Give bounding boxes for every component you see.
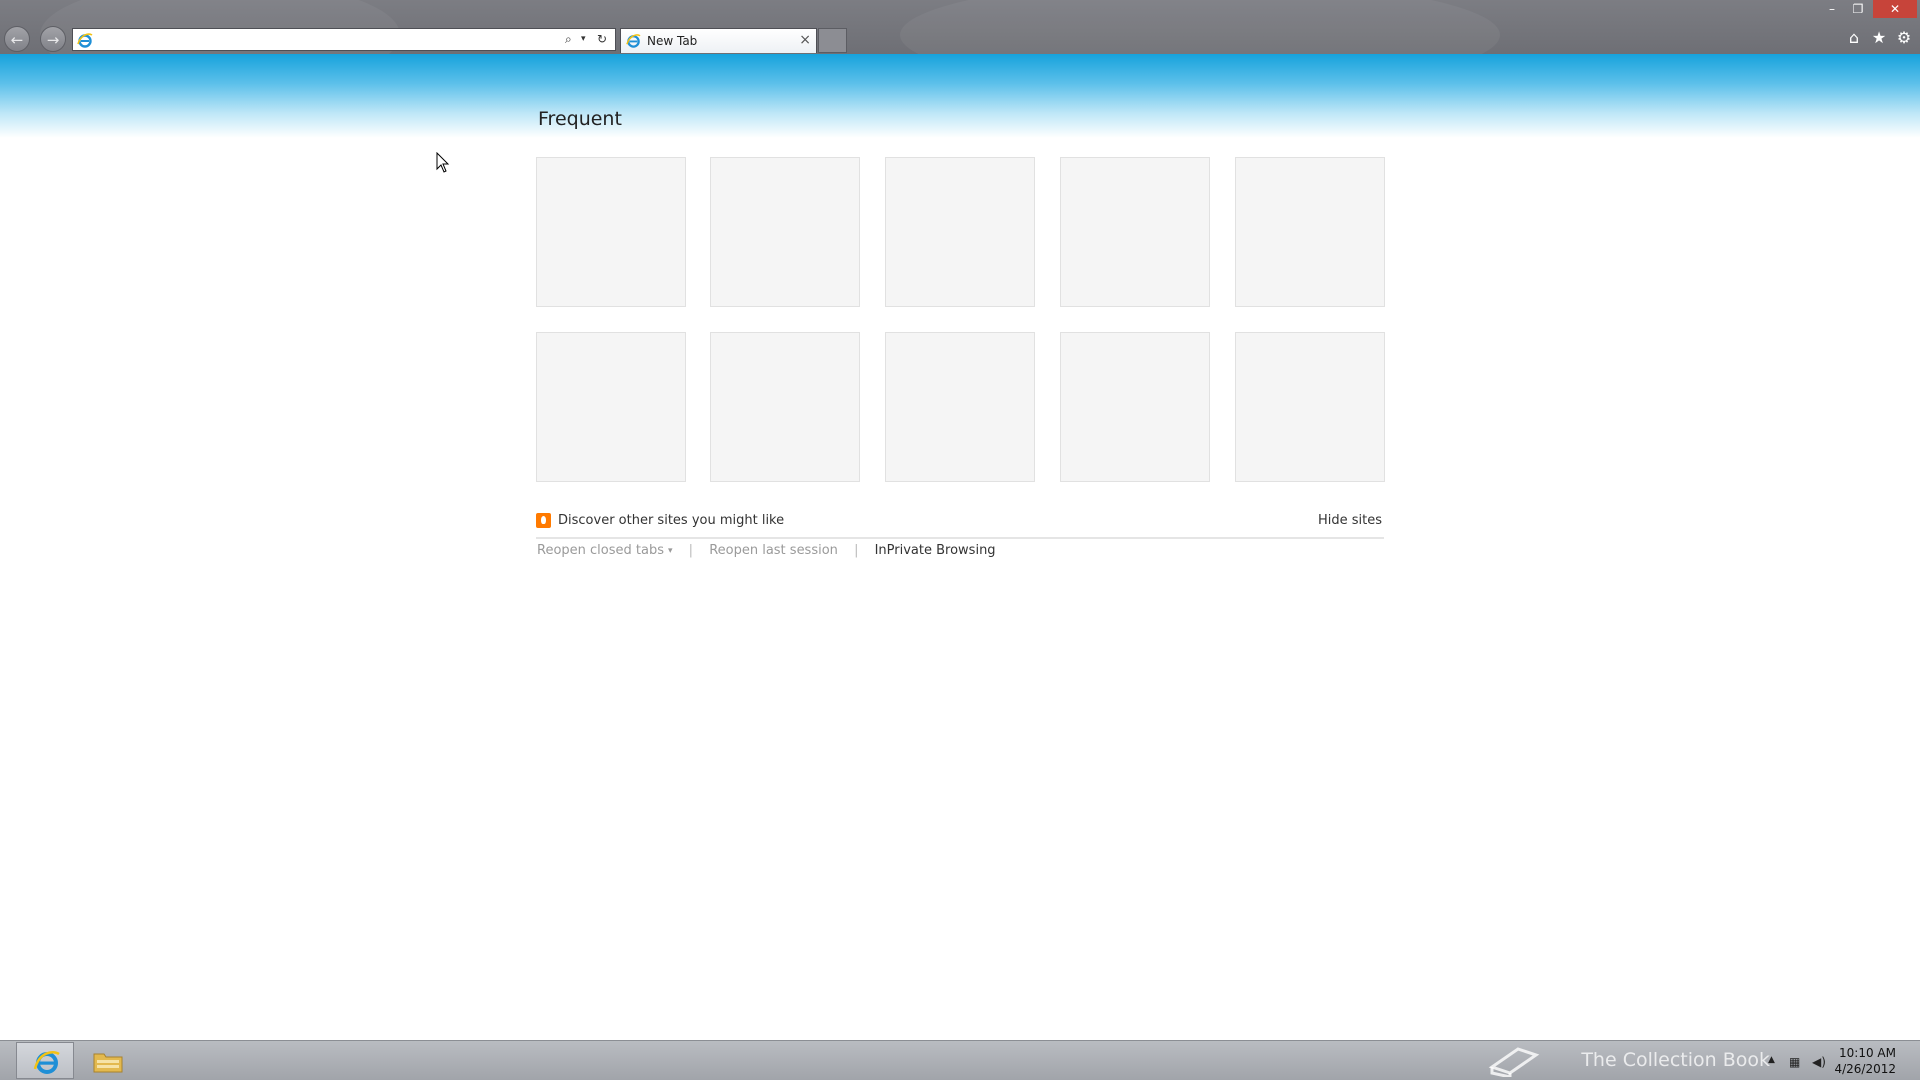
- restore-button[interactable]: ❐: [1845, 0, 1871, 18]
- session-links: Reopen closed tabs ▾ | Reopen last sessio…: [537, 543, 996, 558]
- hide-sites-link[interactable]: Hide sites: [1318, 513, 1382, 528]
- site-tile[interactable]: [1235, 157, 1385, 307]
- page-header-gradient: [0, 54, 1920, 138]
- ie-icon: [626, 34, 641, 48]
- clock-date: 4/26/2012: [1834, 1062, 1896, 1076]
- back-button[interactable]: ←: [4, 26, 30, 52]
- restore-icon: ❐: [1852, 2, 1864, 16]
- reopen-closed-tabs-label: Reopen closed tabs: [537, 543, 664, 558]
- tab-title: New Tab: [647, 34, 698, 48]
- new-tab-button[interactable]: [818, 28, 847, 53]
- taskbar-explorer-button[interactable]: [77, 1042, 135, 1079]
- reopen-closed-tabs-link[interactable]: Reopen closed tabs ▾: [537, 543, 673, 558]
- system-clock[interactable]: 10:10 AM 4/26/2012: [1834, 1045, 1896, 1077]
- volume-icon[interactable]: ◀): [1812, 1055, 1826, 1069]
- taskbar: The Collection Book ▲ ▦ ◀) 10:10 AM 4/26…: [0, 1040, 1920, 1080]
- link-separator: |: [854, 543, 859, 558]
- site-tile[interactable]: [885, 157, 1035, 307]
- discover-bar: Discover other sites you might like Hide…: [536, 513, 1384, 539]
- refresh-icon[interactable]: ↻: [597, 31, 607, 48]
- close-window-button[interactable]: ✕: [1873, 0, 1917, 18]
- address-bar[interactable]: ⌕ ▾ ↻: [72, 28, 616, 51]
- browser-chrome: ← → ⌕ ▾ ↻ New Tab × – ❐ ✕ ⌂ ★ ⚙: [0, 0, 1920, 90]
- forward-arrow-icon: →: [46, 31, 60, 49]
- site-tile[interactable]: [536, 157, 686, 307]
- minimize-icon: –: [1829, 2, 1835, 16]
- site-tile[interactable]: [1235, 332, 1385, 482]
- show-hidden-icons-icon[interactable]: ▲: [1768, 1055, 1775, 1065]
- taskbar-ie-button[interactable]: [16, 1042, 74, 1079]
- inprivate-browsing-link[interactable]: InPrivate Browsing: [875, 543, 996, 558]
- close-icon: ✕: [1889, 2, 1901, 16]
- address-dropdown-icon[interactable]: ▾: [581, 31, 586, 48]
- gear-icon[interactable]: ⚙: [1894, 28, 1914, 47]
- mouse-cursor-icon: [436, 152, 450, 173]
- folder-icon: [93, 1053, 123, 1073]
- clock-time: 10:10 AM: [1839, 1046, 1896, 1060]
- ie-icon: [77, 33, 93, 48]
- link-separator: |: [688, 543, 694, 558]
- book-logo-icon: [1488, 1047, 1540, 1077]
- search-icon[interactable]: ⌕: [565, 31, 572, 48]
- back-arrow-icon: ←: [10, 31, 24, 49]
- network-icon[interactable]: ▦: [1789, 1055, 1800, 1069]
- site-tile[interactable]: [885, 332, 1035, 482]
- forward-button[interactable]: →: [40, 26, 66, 52]
- address-input[interactable]: [97, 30, 531, 51]
- tab-new-tab[interactable]: New Tab ×: [620, 28, 817, 53]
- watermark-text: The Collection Book: [1581, 1049, 1770, 1071]
- site-tile[interactable]: [536, 332, 686, 482]
- site-tile[interactable]: [710, 332, 860, 482]
- site-tile[interactable]: [1060, 332, 1210, 482]
- discover-sites-link[interactable]: Discover other sites you might like: [558, 513, 784, 528]
- site-tile[interactable]: [710, 157, 860, 307]
- close-tab-icon[interactable]: ×: [799, 32, 811, 48]
- chevron-down-icon: ▾: [667, 546, 673, 556]
- favorites-star-icon[interactable]: ★: [1869, 28, 1889, 47]
- home-icon[interactable]: ⌂: [1844, 28, 1864, 47]
- reopen-last-session-link[interactable]: Reopen last session: [709, 543, 838, 558]
- page-title: Frequent: [538, 108, 622, 130]
- ie-icon: [33, 1051, 60, 1074]
- minimize-button[interactable]: –: [1819, 0, 1845, 18]
- discover-lightbulb-icon: [536, 513, 551, 528]
- site-tile[interactable]: [1060, 157, 1210, 307]
